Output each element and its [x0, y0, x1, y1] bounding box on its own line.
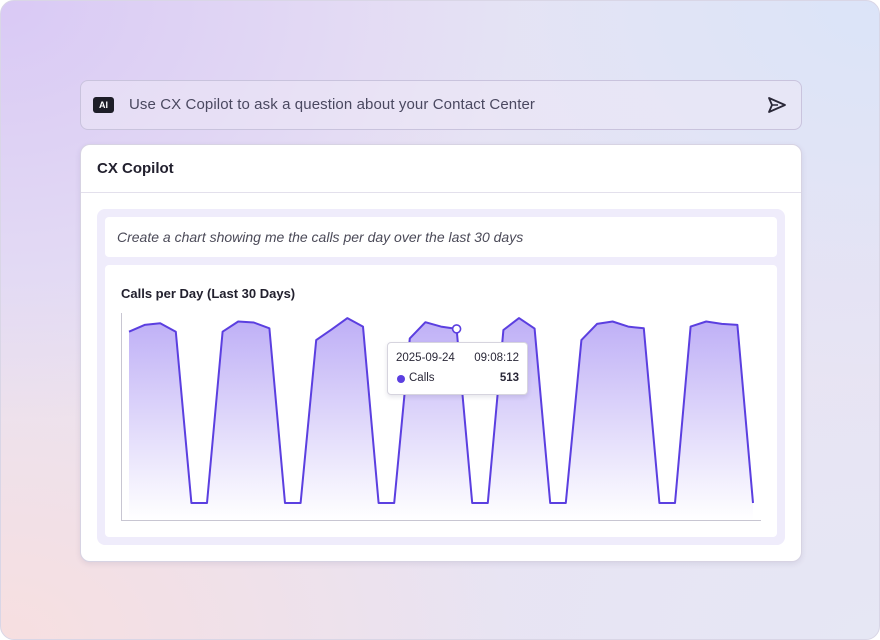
tooltip-date: 2025-09-24	[396, 352, 455, 364]
data-point[interactable]	[497, 324, 509, 336]
conversation-area: Create a chart showing me the calls per …	[97, 209, 785, 545]
data-point[interactable]	[170, 326, 182, 338]
data-point[interactable]	[295, 497, 307, 509]
data-point[interactable]	[435, 321, 447, 333]
data-point[interactable]	[217, 326, 229, 338]
data-point[interactable]	[185, 497, 197, 509]
data-point[interactable]	[139, 319, 151, 331]
data-point[interactable]	[638, 322, 650, 334]
data-point[interactable]	[201, 497, 213, 509]
series-color-dot	[397, 375, 405, 383]
data-point[interactable]	[607, 316, 619, 328]
chart-tooltip: 2025-09-24 09:08:12 Calls 513	[387, 342, 528, 395]
data-point[interactable]	[529, 323, 541, 335]
data-point[interactable]	[419, 316, 431, 328]
chart-card: Calls per Day (Last 30 Days) 2025-09-24 …	[105, 265, 777, 537]
panel-title: CX Copilot	[97, 160, 174, 177]
data-point[interactable]	[154, 317, 166, 329]
copilot-ask-input[interactable]: AI Use CX Copilot to ask a question abou…	[80, 80, 802, 130]
tooltip-series-name: Calls	[409, 372, 435, 384]
data-point[interactable]	[232, 316, 244, 328]
calls-area-chart[interactable]	[105, 265, 777, 537]
send-icon	[768, 97, 786, 113]
data-point[interactable]	[388, 497, 400, 509]
data-point[interactable]	[248, 317, 260, 329]
send-button[interactable]	[765, 94, 789, 116]
data-point[interactable]	[700, 316, 712, 328]
data-point[interactable]	[685, 321, 697, 333]
data-point[interactable]	[747, 497, 759, 509]
copilot-panel: CX Copilot Create a chart showing me the…	[80, 144, 802, 562]
data-point[interactable]	[341, 312, 353, 324]
tooltip-time: 09:08:12	[474, 352, 519, 364]
data-point[interactable]	[669, 497, 681, 509]
data-point[interactable]	[263, 322, 275, 334]
data-point[interactable]	[731, 319, 743, 331]
data-point[interactable]	[575, 334, 587, 346]
data-point[interactable]	[466, 497, 478, 509]
app-background: AI Use CX Copilot to ask a question abou…	[0, 0, 880, 640]
data-point[interactable]	[560, 497, 572, 509]
data-point[interactable]	[653, 497, 665, 509]
data-point[interactable]	[373, 497, 385, 509]
data-point[interactable]	[591, 318, 603, 330]
ai-badge-icon: AI	[93, 97, 114, 113]
tooltip-value: 513	[499, 372, 519, 384]
data-point[interactable]	[326, 323, 338, 335]
data-point[interactable]	[622, 321, 634, 333]
data-point[interactable]	[513, 312, 525, 324]
data-point[interactable]	[279, 497, 291, 509]
highlighted-data-point[interactable]	[451, 324, 462, 334]
user-prompt-text: Create a chart showing me the calls per …	[117, 229, 524, 245]
data-point[interactable]	[310, 334, 322, 346]
data-point[interactable]	[544, 497, 556, 509]
data-point[interactable]	[123, 326, 135, 338]
panel-header: CX Copilot	[81, 145, 801, 193]
data-point[interactable]	[482, 497, 494, 509]
data-point[interactable]	[357, 321, 369, 333]
user-prompt-message: Create a chart showing me the calls per …	[105, 217, 777, 257]
data-point[interactable]	[716, 318, 728, 330]
ask-input-placeholder[interactable]: Use CX Copilot to ask a question about y…	[129, 96, 535, 113]
